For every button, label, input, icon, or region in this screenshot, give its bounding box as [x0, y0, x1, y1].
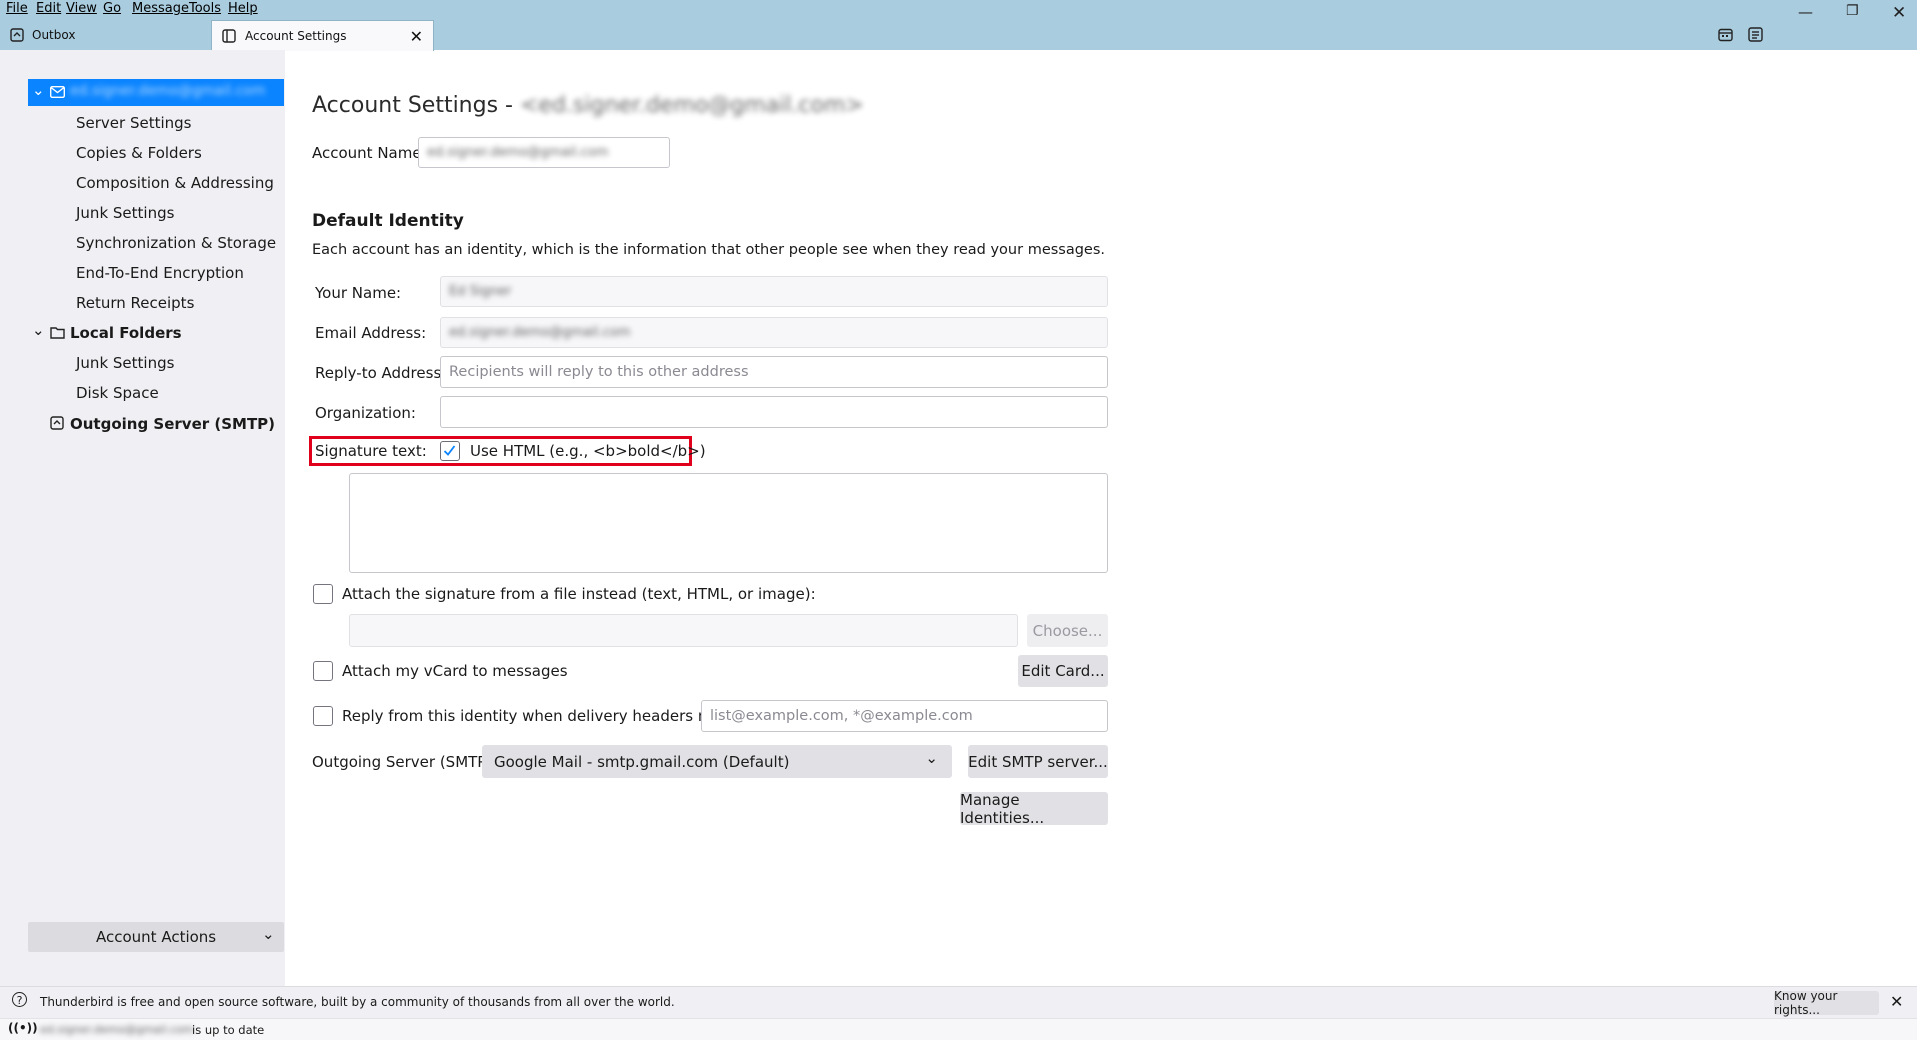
email-address-input[interactable]: ed.signer.demo@gmail.com	[440, 317, 1108, 348]
reply-identity-checkbox[interactable]	[313, 706, 333, 726]
email-address-value: ed.signer.demo@gmail.com	[449, 325, 631, 340]
menu-view[interactable]: View	[66, 1, 97, 16]
chevron-down-icon[interactable]: ⌄	[32, 321, 45, 339]
choose-file-label: Choose...	[1032, 621, 1103, 640]
account-name-value: ed.signer.demo@gmail.com	[427, 145, 609, 160]
page-title: Account Settings - <ed.signer.demo@gmail…	[312, 93, 864, 118]
smtp-label: Outgoing Server (SMTP):	[312, 753, 498, 771]
your-name-input[interactable]: Ed Signer	[440, 276, 1108, 307]
manage-identities-label: Manage Identities...	[960, 790, 1045, 827]
edit-smtp-button[interactable]: Edit SMTP server...	[968, 745, 1108, 778]
attach-signature-file-label: Attach the signature from a file instead…	[342, 585, 816, 603]
reply-to-label: Reply-to Address:	[315, 364, 447, 382]
sidebar-outgoing-server-row[interactable]: Outgoing Server (SMTP)	[48, 411, 278, 437]
status-account: ed.signer.demo@gmail.com	[40, 1023, 194, 1036]
edit-card-button[interactable]: Edit Card...	[1018, 655, 1108, 687]
page-title-prefix: Account Settings -	[312, 93, 520, 118]
attach-vcard-label: Attach my vCard to messages	[342, 662, 568, 680]
menu-file[interactable]: File	[6, 1, 28, 16]
menu-tools[interactable]: Tools	[189, 1, 221, 16]
page-title-account: <ed.signer.demo@gmail.com>	[519, 93, 864, 118]
close-notification-icon[interactable]: ✕	[1890, 992, 1903, 1011]
account-actions-label: Account Actions	[96, 928, 217, 946]
account-name-input[interactable]: ed.signer.demo@gmail.com	[418, 137, 670, 168]
reply-identity-label: Reply from this identity when delivery h…	[342, 707, 751, 725]
local-folders-label: Local Folders	[70, 324, 182, 342]
tasks-icon[interactable]	[1748, 27, 1763, 42]
smtp-select-value: Google Mail - smtp.gmail.com (Default)	[494, 752, 790, 771]
use-html-checkbox[interactable]	[440, 441, 460, 461]
sidebar-item-local-junk[interactable]: Junk Settings	[76, 354, 174, 372]
title-bar: File Edit View Go Message Tools Help Out…	[0, 0, 1917, 51]
reply-identity-placeholder: list@example.com, *@example.com	[710, 708, 973, 724]
sidebar-local-folders-row[interactable]: ⌄ Local Folders	[28, 320, 278, 346]
outgoing-server-icon	[50, 416, 64, 430]
settings-page-icon	[222, 29, 236, 43]
reply-identity-input[interactable]: list@example.com, *@example.com	[701, 700, 1108, 732]
menu-edit[interactable]: Edit	[36, 1, 61, 16]
email-address-label: Email Address:	[315, 324, 427, 342]
sidebar-item-composition[interactable]: Composition & Addressing	[76, 174, 274, 192]
use-html-label: Use HTML (e.g., <b>bold</b>)	[470, 442, 706, 460]
sidebar-item-return-receipts[interactable]: Return Receipts	[76, 294, 194, 312]
organization-label: Organization:	[315, 404, 416, 422]
checkmark-icon	[443, 445, 456, 456]
know-your-rights-button[interactable]: Know your rights...	[1774, 989, 1879, 1017]
account-name-label: Account Name:	[312, 144, 427, 162]
mail-account-icon	[50, 86, 65, 98]
edit-card-label: Edit Card...	[1021, 662, 1105, 680]
online-status-icon[interactable]: ((•))	[8, 1021, 38, 1035]
account-actions-button[interactable]: Account Actions ⌄	[28, 922, 284, 952]
manage-identities-button[interactable]: Manage Identities...	[960, 790, 1108, 827]
sidebar-item-copies-folders[interactable]: Copies & Folders	[76, 144, 202, 162]
folder-icon	[50, 327, 65, 339]
sidebar-item-e2e-encryption[interactable]: End-To-End Encryption	[76, 264, 244, 282]
choose-file-button[interactable]: Choose...	[1027, 614, 1108, 647]
reply-to-input[interactable]: Recipients will reply to this other addr…	[440, 356, 1108, 388]
tab-outbox[interactable]: Outbox	[0, 20, 220, 50]
chevron-down-icon[interactable]: ⌄	[32, 81, 45, 99]
sidebar-account-row[interactable]: ⌄ ed.signer.demo@gmail.com	[28, 79, 284, 106]
tab-label: Outbox	[32, 28, 76, 42]
attach-vcard-checkbox[interactable]	[313, 661, 333, 681]
notification-text: Thunderbird is free and open source soft…	[40, 995, 675, 1009]
your-name-value: Ed Signer	[449, 284, 512, 299]
chevron-down-icon: ⌄	[262, 925, 275, 943]
help-icon: ?	[12, 992, 27, 1007]
outbox-icon	[10, 28, 24, 42]
reply-to-placeholder: Recipients will reply to this other addr…	[449, 364, 749, 380]
edit-smtp-label: Edit SMTP server...	[968, 752, 1108, 771]
organization-input[interactable]	[440, 396, 1108, 428]
minimize-icon[interactable]: —	[1798, 3, 1813, 21]
menu-go[interactable]: Go	[103, 1, 121, 16]
attach-signature-file-checkbox[interactable]	[313, 584, 333, 604]
account-email-label: ed.signer.demo@gmail.com	[70, 83, 266, 99]
section-description: Each account has an identity, which is t…	[312, 242, 1106, 258]
signature-textarea[interactable]	[349, 473, 1108, 573]
smtp-select[interactable]: Google Mail - smtp.gmail.com (Default) ⌄	[482, 745, 952, 778]
know-your-rights-label: Know your rights...	[1774, 989, 1838, 1017]
status-text: is up to date	[192, 1023, 265, 1037]
notification-bar: ? Thunderbird is free and open source so…	[0, 986, 1917, 1018]
chevron-down-icon: ⌄	[925, 749, 938, 767]
restore-icon[interactable]: ❐	[1846, 3, 1859, 19]
sidebar-item-sync-storage[interactable]: Synchronization & Storage	[76, 234, 276, 252]
your-name-label: Your Name:	[315, 284, 402, 302]
menu-help[interactable]: Help	[228, 1, 258, 16]
signature-file-input[interactable]	[349, 614, 1018, 647]
status-bar: ((•)) ed.signer.demo@gmail.com is up to …	[0, 1018, 1917, 1040]
tab-account-settings[interactable]: Account Settings ✕	[211, 20, 434, 51]
close-window-icon[interactable]: ✕	[1892, 3, 1906, 23]
sidebar-item-disk-space[interactable]: Disk Space	[76, 384, 159, 402]
tab-label: Account Settings	[245, 29, 347, 43]
outgoing-server-label: Outgoing Server (SMTP)	[70, 415, 276, 433]
menu-message[interactable]: Message	[132, 1, 189, 16]
section-title: Default Identity	[312, 211, 464, 231]
calendar-icon[interactable]	[1718, 27, 1733, 42]
sidebar-item-junk-settings[interactable]: Junk Settings	[76, 204, 174, 222]
account-tree-sidebar: ⌄ ed.signer.demo@gmail.com Server Settin…	[0, 50, 285, 986]
sidebar-item-server-settings[interactable]: Server Settings	[76, 114, 191, 132]
tab-close-icon[interactable]: ✕	[410, 27, 423, 46]
signature-text-label: Signature text:	[315, 442, 427, 460]
